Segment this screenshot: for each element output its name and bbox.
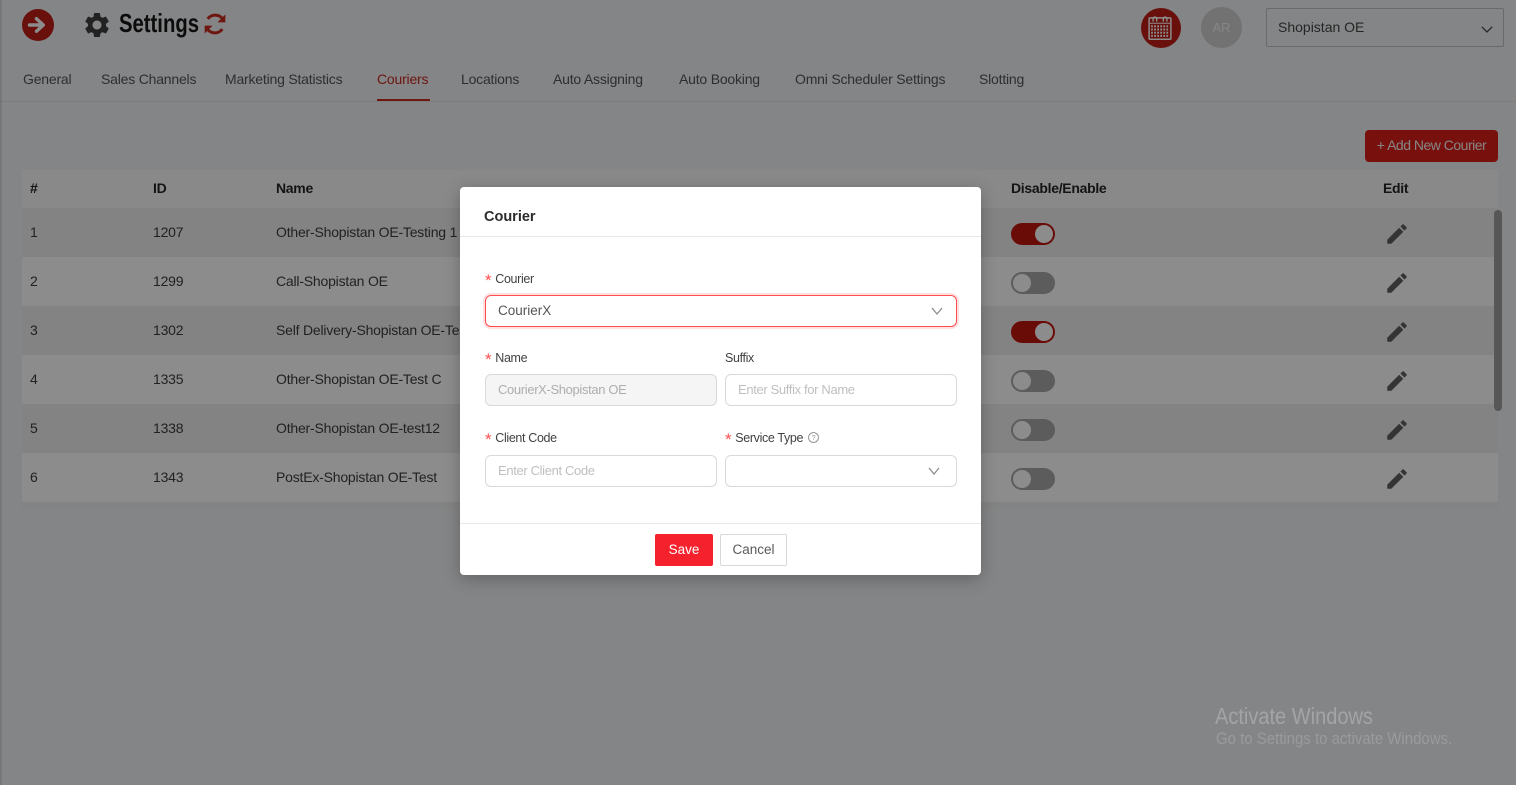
svg-text:?: ? bbox=[812, 435, 816, 442]
